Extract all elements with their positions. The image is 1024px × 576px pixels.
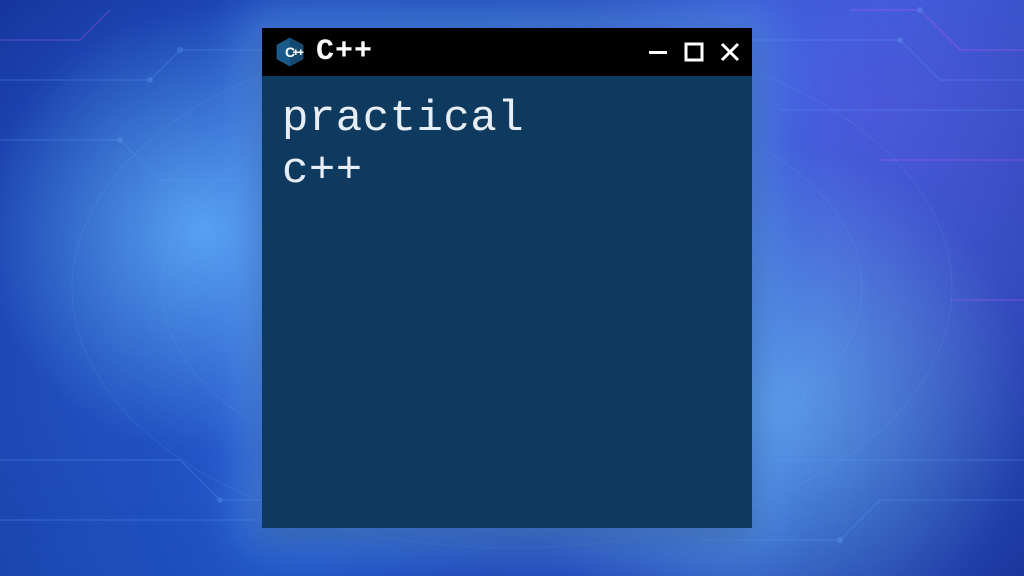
terminal-window: C C++ <box>262 28 752 528</box>
close-icon <box>719 41 741 63</box>
maximize-icon <box>684 42 704 62</box>
window-controls <box>646 40 742 64</box>
window-title: C++ <box>316 35 636 69</box>
content-line-1: practical <box>282 94 732 146</box>
minimize-button[interactable] <box>646 40 670 64</box>
terminal-content[interactable]: practical c++ <box>262 76 752 528</box>
cpp-logo-icon: C <box>274 36 306 68</box>
minimize-icon <box>648 42 668 62</box>
content-line-2: c++ <box>282 146 732 198</box>
titlebar[interactable]: C C++ <box>262 28 752 76</box>
maximize-button[interactable] <box>682 40 706 64</box>
close-button[interactable] <box>718 40 742 64</box>
